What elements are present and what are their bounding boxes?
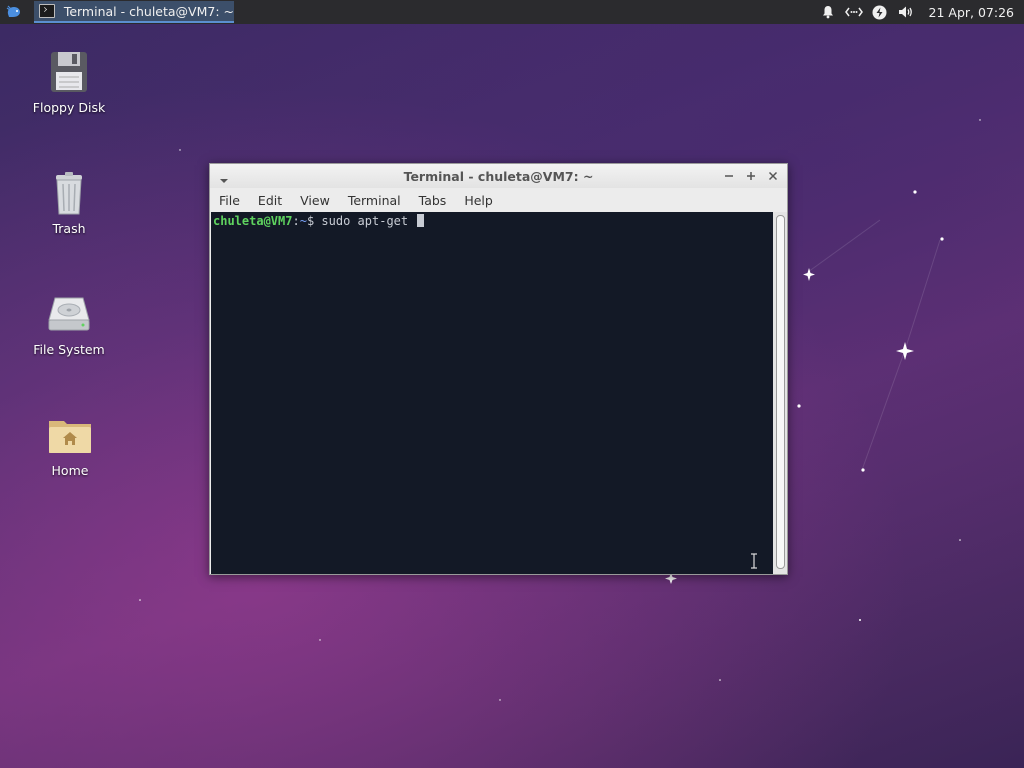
power-icon[interactable] [871,3,889,21]
desktop-icon-label: Home [51,463,89,478]
floppy-disk-icon [45,48,93,96]
prompt-symbol: $ [306,214,315,228]
top-panel: Terminal - chuleta@VM7: ~ 21 Apr, 07:26 [0,0,1024,24]
desktop-icon-label: Floppy Disk [32,100,106,115]
menu-tabs[interactable]: Tabs [410,193,456,208]
volume-icon[interactable] [897,3,915,21]
network-icon[interactable] [844,3,863,21]
window-title: Terminal - chuleta@VM7: ~ [403,169,594,184]
maximize-button[interactable] [743,168,759,184]
notification-bell-icon[interactable] [819,3,837,21]
scrollbar-thumb[interactable] [776,215,785,569]
desktop: Terminal - chuleta@VM7: ~ 21 Apr, 07:26 … [0,0,1024,768]
prompt-line: chuleta@VM7:~$ sudo apt-get [213,214,425,228]
menu-edit[interactable]: Edit [249,193,291,208]
prompt-separator: : [292,214,300,228]
menu-terminal[interactable]: Terminal [339,193,410,208]
ibeam-cursor-icon [751,553,757,569]
window-titlebar[interactable]: Terminal - chuleta@VM7: ~ [210,164,787,188]
desktop-icon-file-system[interactable]: File System [19,290,119,357]
system-tray: 21 Apr, 07:26 [819,0,1024,24]
desktop-icon-floppy-disk[interactable]: Floppy Disk [19,48,119,115]
close-button[interactable] [765,168,781,184]
applications-menu-button[interactable] [2,1,26,23]
desktop-icon-trash[interactable]: Trash [19,169,119,236]
desktop-icon-label: File System [33,342,105,357]
hard-drive-icon [45,290,93,338]
minimize-icon [725,175,733,177]
home-folder-icon [46,411,94,459]
close-icon [768,171,778,181]
xfce-mouse-icon [6,5,21,17]
terminal-icon [39,4,55,18]
maximize-icon [747,172,755,180]
prompt-user: chuleta@VM7 [213,214,293,228]
menu-help[interactable]: Help [455,193,502,208]
menu-bar: File Edit View Terminal Tabs Help [210,188,787,212]
taskbar-item-terminal[interactable]: Terminal - chuleta@VM7: ~ [34,1,234,23]
prompt-path: ~ [299,214,307,228]
desktop-icon-label: Trash [52,221,86,236]
terminal-window: Terminal - chuleta@VM7: ~ File Edit View… [209,163,788,575]
menu-view[interactable]: View [291,193,339,208]
clock[interactable]: 21 Apr, 07:26 [929,5,1014,20]
typed-command: sudo apt-get [321,214,409,228]
trash-icon [45,169,93,217]
terminal-output[interactable]: chuleta@VM7:~$ sudo apt-get [211,212,773,574]
vertical-scrollbar[interactable] [773,212,787,574]
minimize-button[interactable] [721,168,737,184]
taskbar-item-label: Terminal - chuleta@VM7: ~ [63,3,234,19]
text-cursor [417,214,425,227]
menu-file[interactable]: File [210,193,249,208]
desktop-icon-home[interactable]: Home [20,411,120,478]
